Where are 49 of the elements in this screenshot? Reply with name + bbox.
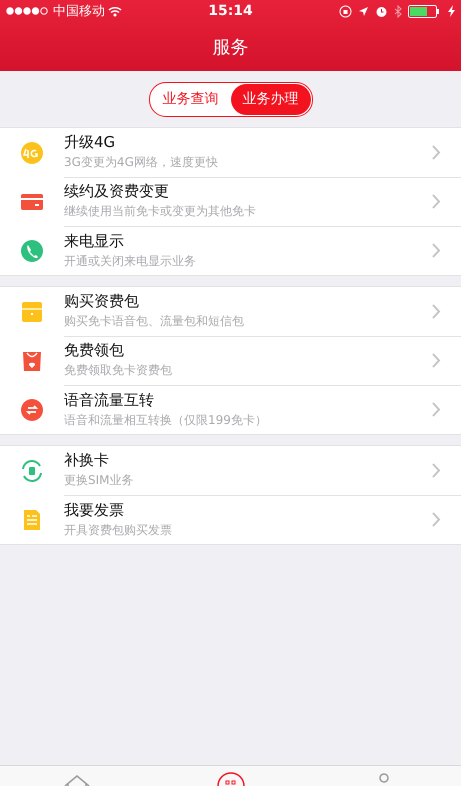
swap-icon — [20, 398, 44, 422]
item-title: 续约及资费变更 — [64, 182, 170, 201]
item-title: 补换卡 — [64, 451, 110, 470]
chevron-icon — [432, 462, 441, 478]
rotation-lock-icon — [339, 4, 352, 18]
item-subtitle: 开通或关闭来电显示业务 — [64, 252, 197, 270]
item-title: 我要发票 — [64, 500, 125, 520]
package-icon — [20, 300, 44, 324]
menu-item[interactable]: 购买资费包 购买免卡语音包、流量包和短信包 — [0, 287, 461, 336]
menu-item[interactable]: 我要发票 开具资费包购买发票 — [0, 495, 461, 544]
item-subtitle: 3G变更为4G网络，速度更快 — [64, 154, 219, 171]
charging-icon — [448, 5, 456, 17]
menu-item[interactable]: 升级4G 3G变更为4G网络，速度更快 — [0, 128, 461, 177]
chevron-icon — [432, 243, 441, 258]
chevron-icon — [432, 352, 441, 368]
segment-tab[interactable]: 业务办理 — [230, 84, 310, 114]
item-subtitle: 更换SIM业务 — [64, 472, 135, 489]
4g-icon — [20, 140, 44, 164]
carrier-name: 中国移动 — [53, 3, 105, 20]
status-time: 15:14 — [208, 3, 253, 19]
item-title: 语音流量互转 — [64, 390, 155, 410]
bluetooth-icon — [394, 4, 402, 18]
menu-item[interactable]: 续约及资费变更 继续使用当前免卡或变更为其他免卡 — [0, 177, 461, 226]
chevron-icon — [432, 144, 441, 160]
menu-item[interactable]: 免费领包 免费领取免卡资费包 — [0, 336, 461, 385]
sim-swap-icon — [20, 458, 44, 482]
item-title: 来电显示 — [64, 232, 125, 250]
chevron-icon — [432, 194, 441, 208]
alarm-icon — [375, 4, 388, 18]
item-subtitle: 购买免卡语音包、流量包和短信包 — [64, 313, 245, 330]
phone-icon — [20, 238, 44, 262]
location-icon — [358, 6, 370, 16]
item-subtitle: 语音和流量相互转换（仅限199免卡） — [64, 412, 268, 428]
item-title: 免费领包 — [64, 341, 125, 360]
menu-item[interactable]: 语音流量互转 语音和流量相互转换（仅限199免卡） — [0, 385, 461, 434]
signal-icon — [6, 7, 50, 15]
chevron-icon — [432, 512, 441, 527]
menu-item[interactable]: 来电显示 开通或关闭来电显示业务 — [0, 226, 461, 275]
item-title: 升级4G — [64, 133, 116, 152]
item-subtitle: 继续使用当前免卡或变更为其他免卡 — [64, 203, 257, 220]
item-subtitle: 开具资费包购买发票 — [64, 522, 173, 538]
menu-item[interactable]: 补换卡 更换SIM业务 — [0, 446, 461, 495]
chevron-icon — [432, 402, 441, 417]
item-subtitle: 免费领取免卡资费包 — [64, 362, 173, 379]
chevron-icon — [432, 304, 441, 318]
wifi-icon — [108, 6, 122, 16]
segment-tab[interactable]: 业务查询 — [150, 84, 230, 114]
item-title: 购买资费包 — [64, 292, 140, 311]
page-title: 服务 — [212, 36, 248, 58]
